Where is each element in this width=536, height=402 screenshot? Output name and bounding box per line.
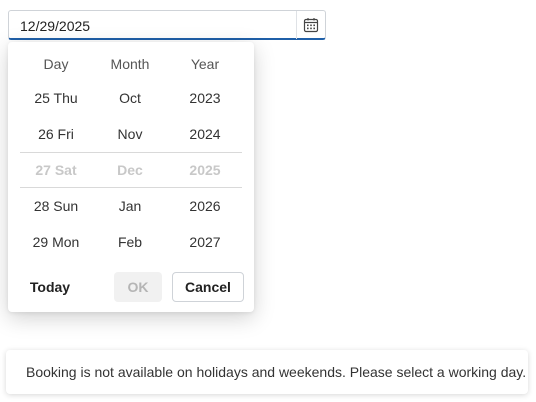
cancel-button[interactable]: Cancel (172, 272, 244, 302)
month-option[interactable]: Jan (90, 198, 170, 214)
date-input-value[interactable]: 12/29/2025 (20, 18, 90, 34)
day-option-selected[interactable]: 27 Sat (16, 162, 96, 178)
year-option-selected[interactable]: 2025 (165, 162, 245, 178)
year-option[interactable]: 2023 (165, 90, 245, 106)
year-option[interactable]: 2026 (165, 198, 245, 214)
calendar-icon (303, 18, 319, 33)
day-option[interactable]: 28 Sun (16, 198, 96, 214)
date-input[interactable]: 12/29/2025 (8, 10, 326, 40)
month-column-header: Month (110, 56, 150, 72)
toast-message: Booking is not available on holidays and… (26, 364, 527, 380)
notification-toast: Booking is not available on holidays and… (6, 350, 528, 394)
selection-bottom-line (20, 187, 242, 188)
year-option[interactable]: 2024 (165, 126, 245, 142)
year-option[interactable]: 2027 (165, 234, 245, 250)
day-option[interactable]: 26 Fri (16, 126, 96, 142)
month-option[interactable]: Nov (90, 126, 170, 142)
month-option[interactable]: Feb (90, 234, 170, 250)
day-column-header: Day (43, 56, 69, 72)
date-picker-popup: Day Month Year 25 Thu 26 Fri 27 Sat 28 S… (8, 42, 254, 312)
calendar-button[interactable] (297, 11, 325, 39)
ok-button[interactable]: OK (114, 272, 162, 302)
month-option-selected[interactable]: Dec (90, 162, 170, 178)
day-option[interactable]: 25 Thu (16, 90, 96, 106)
selection-top-line (20, 152, 242, 153)
day-option[interactable]: 29 Mon (16, 234, 96, 250)
year-column-header: Year (190, 56, 220, 72)
today-button[interactable]: Today (22, 272, 78, 302)
month-option[interactable]: Oct (90, 90, 170, 106)
